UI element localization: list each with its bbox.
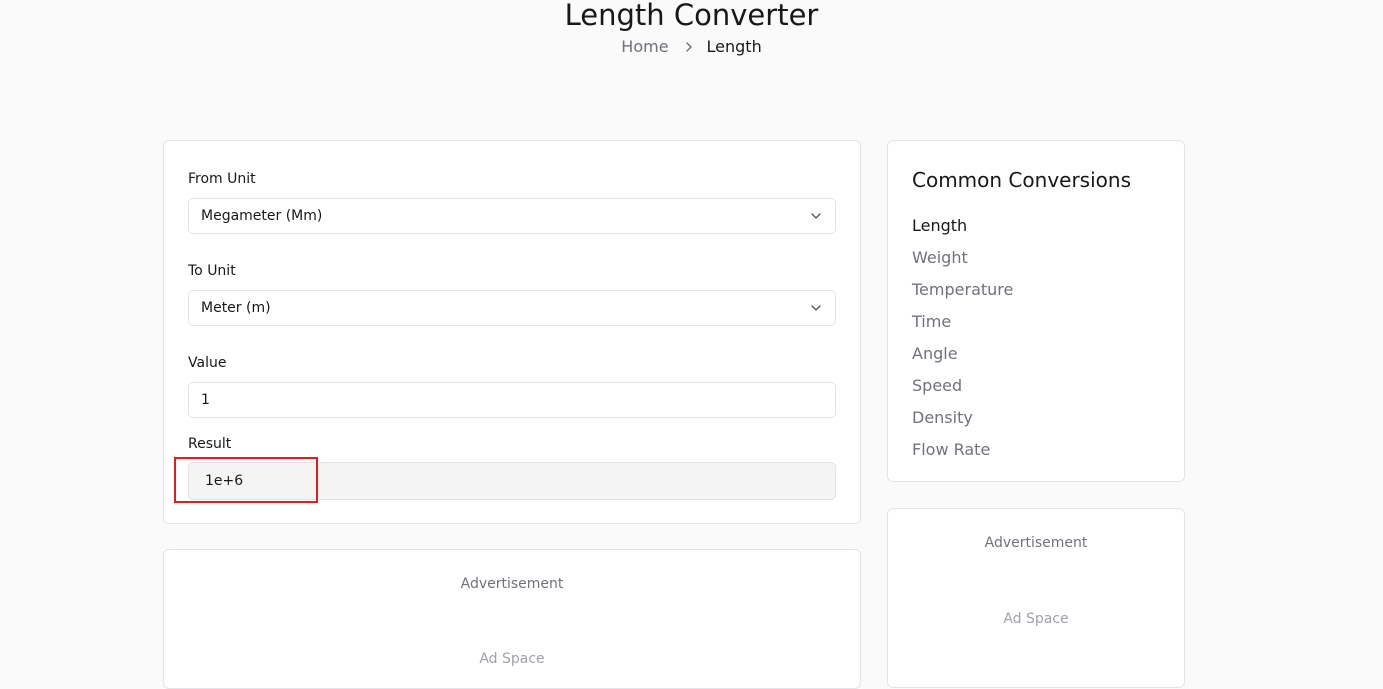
chevron-down-icon <box>809 301 823 315</box>
conversion-link-weight[interactable]: Weight <box>912 242 1013 274</box>
common-conversions-list: Length Weight Temperature Time Angle Spe… <box>912 210 1013 466</box>
result-label: Result <box>188 436 232 452</box>
result-output: 1e+6 <box>188 462 836 500</box>
conversion-link-speed[interactable]: Speed <box>912 370 1013 402</box>
from-unit-select[interactable]: Megameter (Mm) <box>188 198 836 234</box>
common-conversions-card: Common Conversions Length Weight Tempera… <box>887 140 1185 482</box>
chevron-down-icon <box>809 209 823 223</box>
ad-space-placeholder: Ad Space <box>479 651 545 667</box>
breadcrumb-current: Length <box>706 37 762 56</box>
to-unit-select[interactable]: Meter (m) <box>188 290 836 326</box>
advertisement-card-main: Advertisement Ad Space <box>163 549 861 689</box>
conversion-link-time[interactable]: Time <box>912 306 1013 338</box>
chevron-right-icon <box>683 41 695 53</box>
conversion-link-length[interactable]: Length <box>912 210 1013 242</box>
value-input[interactable] <box>188 382 836 418</box>
advertisement-label: Advertisement <box>460 576 564 592</box>
advertisement-card-side: Advertisement Ad Space <box>887 508 1185 688</box>
breadcrumb: Home Length <box>0 37 1383 57</box>
breadcrumb-home-link[interactable]: Home <box>621 37 668 57</box>
advertisement-label: Advertisement <box>984 535 1088 551</box>
from-unit-value: Megameter (Mm) <box>201 208 323 224</box>
conversion-link-temperature[interactable]: Temperature <box>912 274 1013 306</box>
conversion-link-flow-rate[interactable]: Flow Rate <box>912 434 1013 466</box>
to-unit-label: To Unit <box>188 263 236 279</box>
converter-card: From Unit Megameter (Mm) To Unit Meter (… <box>163 140 861 524</box>
page-title: Length Converter <box>564 0 819 33</box>
from-unit-label: From Unit <box>188 171 256 187</box>
value-label: Value <box>188 355 227 371</box>
conversion-link-density[interactable]: Density <box>912 402 1013 434</box>
common-conversions-title: Common Conversions <box>912 168 1131 192</box>
to-unit-value: Meter (m) <box>201 300 271 316</box>
ad-space-placeholder: Ad Space <box>1003 611 1069 627</box>
conversion-link-angle[interactable]: Angle <box>912 338 1013 370</box>
result-value: 1e+6 <box>205 473 244 489</box>
